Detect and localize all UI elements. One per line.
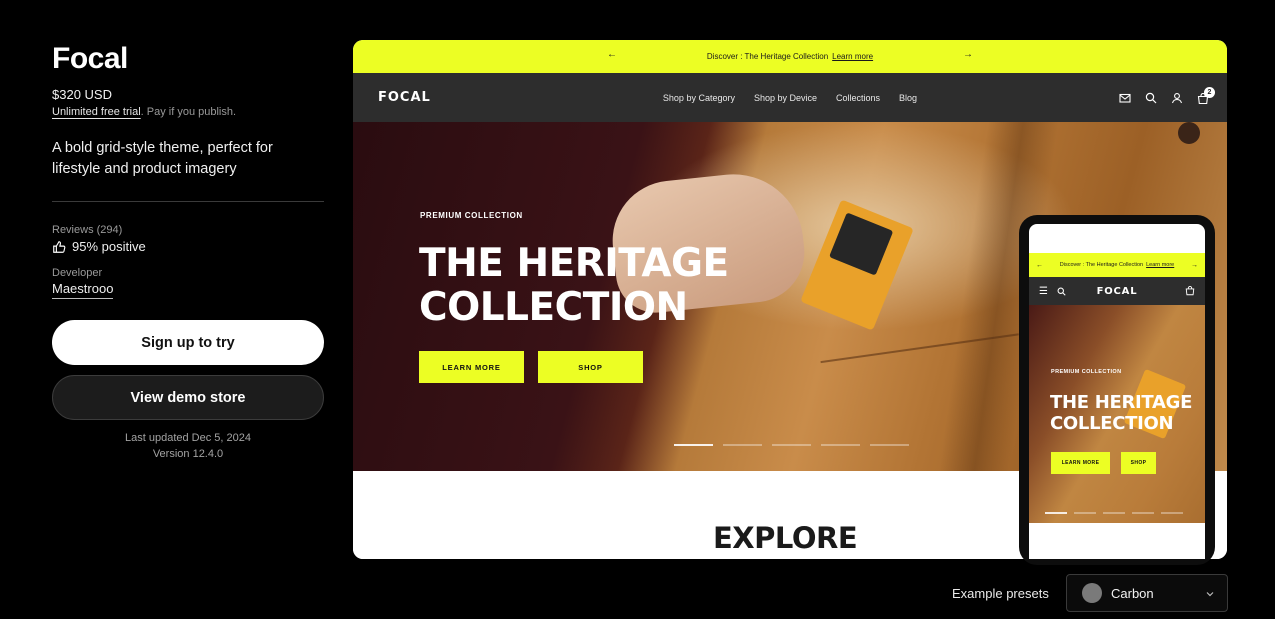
- chevron-down-icon: [1206, 592, 1214, 597]
- announcement-bar: ← Discover : The Heritage Collection Lea…: [353, 40, 1227, 73]
- last-updated: Last updated Dec 5, 2024: [125, 432, 251, 444]
- thumbs-up-icon: [53, 240, 66, 253]
- announcement-learn-more-link[interactable]: Learn more: [832, 52, 873, 61]
- slide-indicator-5[interactable]: [870, 444, 909, 446]
- developer-link[interactable]: Maestrooo: [52, 281, 114, 299]
- mobile-hero: PREMIUM COLLECTION THE HERITAGE COLLECTI…: [1029, 305, 1205, 523]
- mobile-preview[interactable]: ← Discover : The Heritage Collection Lea…: [1019, 215, 1215, 565]
- reviews-positive: 95% positive: [52, 239, 324, 254]
- mobile-logo: FOCAL: [1096, 285, 1138, 297]
- theme-info-panel: Focal $320 USD Unlimited free trial. Pay…: [52, 38, 324, 462]
- theme-price: $320 USD: [52, 87, 112, 102]
- store-nav-links: Shop by Category Shop by Device Collecti…: [353, 93, 1227, 103]
- store-header-icons: 2: [1119, 86, 1215, 104]
- hero-image-coat-button: [1178, 122, 1200, 144]
- mobile-announcement-text: Discover : The Heritage Collection: [1059, 262, 1144, 268]
- free-trial-link[interactable]: Unlimited free trial: [52, 106, 141, 118]
- mobile-header: ☰ FOCAL: [1029, 277, 1205, 305]
- hero-title: THE HERITAGE COLLECTION: [419, 242, 779, 330]
- hero-title-line-1: THE HERITAGE: [419, 241, 729, 286]
- version: Version 12.4.0: [152, 448, 224, 460]
- divider: [52, 201, 324, 202]
- developer-label: Developer: [52, 267, 103, 279]
- mobile-announcement-bar: ← Discover : The Heritage Collection Lea…: [1029, 253, 1205, 277]
- cart-count-badge: 2: [1204, 86, 1215, 98]
- mobile-cart-icon: [1185, 286, 1195, 296]
- hero-shop-button[interactable]: SHOP: [538, 351, 643, 383]
- positive-text: 95% positive: [72, 239, 146, 254]
- arrow-left-icon[interactable]: ←: [607, 49, 617, 60]
- presets-label: Example presets: [952, 586, 1049, 601]
- trial-suffix: . Pay if you publish.: [140, 106, 237, 118]
- slide-indicators: [674, 444, 909, 446]
- slide-indicator-2[interactable]: [723, 444, 762, 446]
- account-icon[interactable]: [1171, 92, 1183, 104]
- preset-dropdown[interactable]: Carbon: [1066, 574, 1228, 612]
- mobile-hero-eyebrow: PREMIUM COLLECTION: [1051, 369, 1122, 375]
- mobile-announcement-link: Learn more: [1146, 262, 1175, 268]
- preset-color-swatch: [1082, 583, 1102, 603]
- slide-indicator-1[interactable]: [674, 444, 713, 446]
- hero-eyebrow: PREMIUM COLLECTION: [420, 211, 523, 220]
- search-icon[interactable]: [1145, 92, 1157, 104]
- mobile-slide-indicators: [1045, 512, 1183, 514]
- nav-collections[interactable]: Collections: [836, 93, 880, 103]
- cart-button[interactable]: 2: [1197, 86, 1215, 104]
- mobile-shop-button: SHOP: [1121, 452, 1156, 474]
- mobile-hero-title: THE HERITAGE COLLECTION: [1050, 392, 1205, 434]
- slide-indicator-4[interactable]: [821, 444, 860, 446]
- slide-indicator-3[interactable]: [772, 444, 811, 446]
- theme-title: Focal: [52, 42, 128, 75]
- theme-meta: Last updated Dec 5, 2024 Version 12.4.0: [52, 430, 324, 462]
- hero-title-line-2: COLLECTION: [419, 285, 688, 330]
- trial-row: Unlimited free trial. Pay if you publish…: [52, 106, 324, 118]
- mobile-hero-title-line-1: THE HERITAGE: [1050, 392, 1193, 413]
- nav-blog[interactable]: Blog: [899, 93, 917, 103]
- mobile-arrow-right-icon: →: [1191, 261, 1198, 269]
- nav-shop-by-device[interactable]: Shop by Device: [754, 93, 817, 103]
- hero-image-cardholder: [800, 199, 914, 331]
- preset-selected-name: Carbon: [1111, 585, 1154, 601]
- mobile-learn-more-button: LEARN MORE: [1051, 452, 1110, 474]
- sign-up-button[interactable]: Sign up to try: [52, 320, 324, 365]
- hero-learn-more-button[interactable]: LEARN MORE: [419, 351, 524, 383]
- mobile-arrow-left-icon: ←: [1036, 261, 1043, 269]
- nav-shop-by-category[interactable]: Shop by Category: [663, 93, 735, 103]
- mobile-hero-title-line-2: COLLECTION: [1050, 413, 1174, 434]
- reviews-label: Reviews (294): [52, 224, 123, 236]
- view-demo-store-button[interactable]: View demo store: [52, 375, 324, 420]
- store-header: FOCAL Shop by Category Shop by Device Co…: [353, 73, 1227, 122]
- theme-description: A bold grid-style theme, perfect for lif…: [52, 140, 273, 177]
- explore-heading: EXPLORE: [713, 521, 858, 555]
- mail-icon[interactable]: [1119, 92, 1131, 104]
- announcement-text: Discover : The Heritage Collection: [706, 52, 829, 61]
- arrow-right-icon[interactable]: →: [963, 49, 973, 60]
- mobile-screen: ← Discover : The Heritage Collection Lea…: [1029, 224, 1205, 559]
